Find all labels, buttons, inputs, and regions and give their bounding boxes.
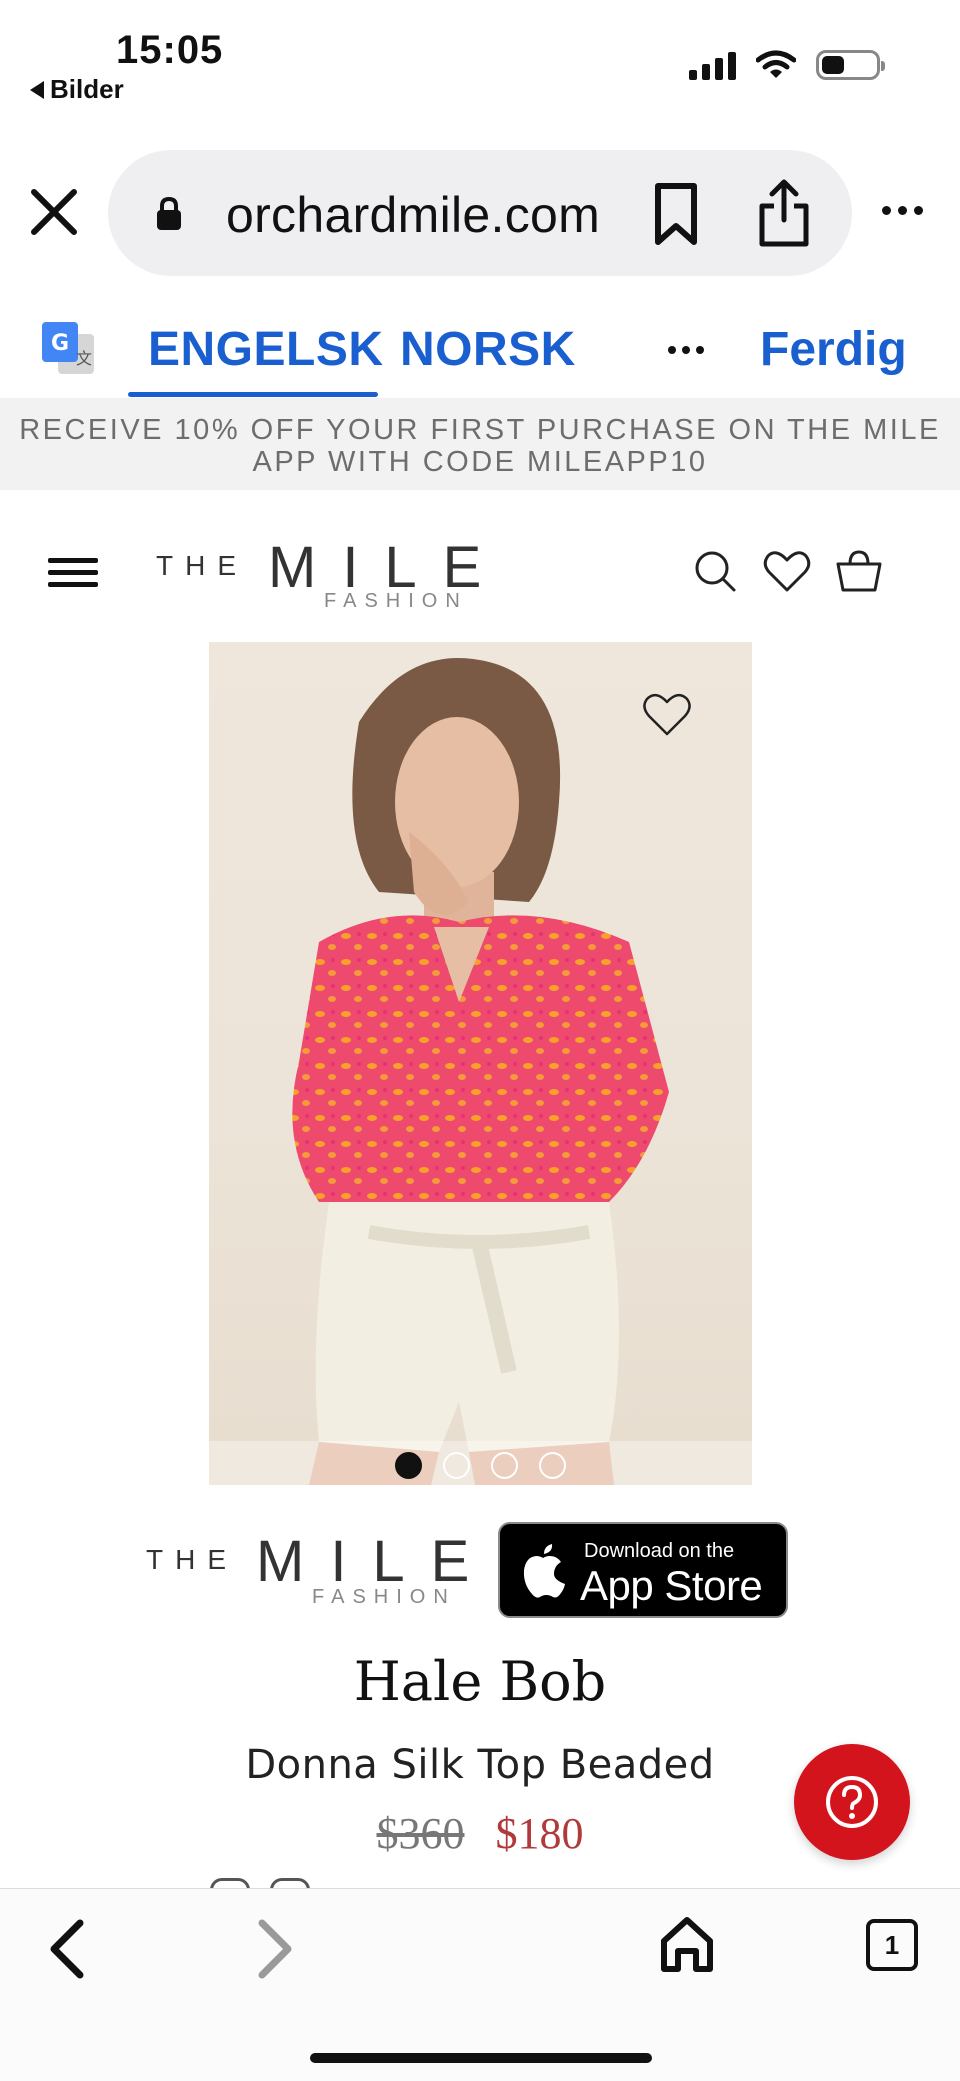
product-brand[interactable]: Hale Bob [0,1650,960,1713]
logo-the: THE [146,1544,238,1575]
sale-price: $180 [495,1809,584,1858]
app-promo-logo: THE MILE FASHION [146,1522,469,1612]
carousel-dot[interactable] [443,1452,470,1479]
site-logo[interactable]: THE MILE FASHION [156,534,486,614]
google-translate-icon[interactable]: G 文 [40,320,96,376]
app-promo: THE MILE FASHION Download on the App Sto… [146,1522,796,1622]
translate-more-icon[interactable] [668,346,704,354]
promo-line-2: APP WITH CODE MILEAPP10 [252,446,708,478]
active-tab-indicator [128,392,378,397]
favorite-icon[interactable] [641,690,693,738]
more-icon[interactable] [882,206,923,215]
status-time: 15:05 [116,28,224,72]
promo-line-1: RECEIVE 10% OFF YOUR FIRST PURCHASE ON T… [19,414,941,446]
back-to-app-link[interactable]: Bilder [30,74,124,105]
svg-text:G: G [51,331,69,356]
logo-the: THE [156,550,248,581]
cellular-signal-icon [689,50,736,80]
badge-small-text: Download on the [584,1540,735,1562]
logo-fashion: FASHION [324,590,468,612]
forward-icon[interactable] [250,1917,298,1981]
carousel-dot[interactable] [539,1452,566,1479]
tabs-button[interactable]: 1 [866,1919,918,1971]
home-indicator [310,2053,652,2063]
status-icons [689,50,885,80]
back-app-label: Bilder [50,74,124,104]
product-image[interactable] [209,642,752,1485]
carousel-dots [209,1452,752,1479]
product-photo [292,658,669,1485]
badge-big-text: App Store [580,1562,763,1609]
cart-icon[interactable] [834,546,884,596]
status-bar: 15:05 Bilder [0,0,960,110]
tab-norsk[interactable]: NORSK [400,322,576,377]
help-button[interactable] [794,1744,910,1860]
battery-icon [816,50,885,80]
home-icon[interactable] [658,1915,716,1975]
bookmark-icon[interactable] [648,182,704,246]
svg-text:文: 文 [76,349,92,368]
app-store-badge[interactable]: Download on the App Store [498,1522,788,1618]
help-icon [826,1776,878,1828]
lock-icon [157,196,181,230]
url-text: orchardmile.com [226,187,601,243]
carousel-dot[interactable] [395,1452,422,1479]
back-triangle-icon [30,80,44,99]
wifi-icon [756,50,796,78]
search-icon[interactable] [690,546,740,596]
back-icon[interactable] [44,1917,92,1981]
share-icon[interactable] [756,178,812,248]
carousel-dot[interactable] [491,1452,518,1479]
tab-engelsk[interactable]: ENGELSK [148,322,384,377]
logo-mile: MILE [256,1529,496,1594]
address-bar[interactable]: orchardmile.com [108,150,852,276]
original-price: $360 [376,1809,465,1858]
translate-bar: G 文 ENGELSK NORSK Ferdig [0,300,960,398]
wishlist-icon[interactable] [762,546,812,596]
promo-banner[interactable]: RECEIVE 10% OFF YOUR FIRST PURCHASE ON T… [0,398,960,490]
logo-fashion: FASHION [312,1586,456,1608]
carousel-dots-bar [209,1441,752,1485]
done-button[interactable]: Ferdig [760,322,907,377]
browser-bottom-toolbar: 1 [0,1888,960,2081]
close-icon[interactable] [28,186,80,238]
browser-url-row: orchardmile.com [0,148,960,276]
apple-icon [523,1544,565,1598]
site-header: THE MILE FASHION [0,530,960,612]
menu-icon[interactable] [48,558,98,594]
